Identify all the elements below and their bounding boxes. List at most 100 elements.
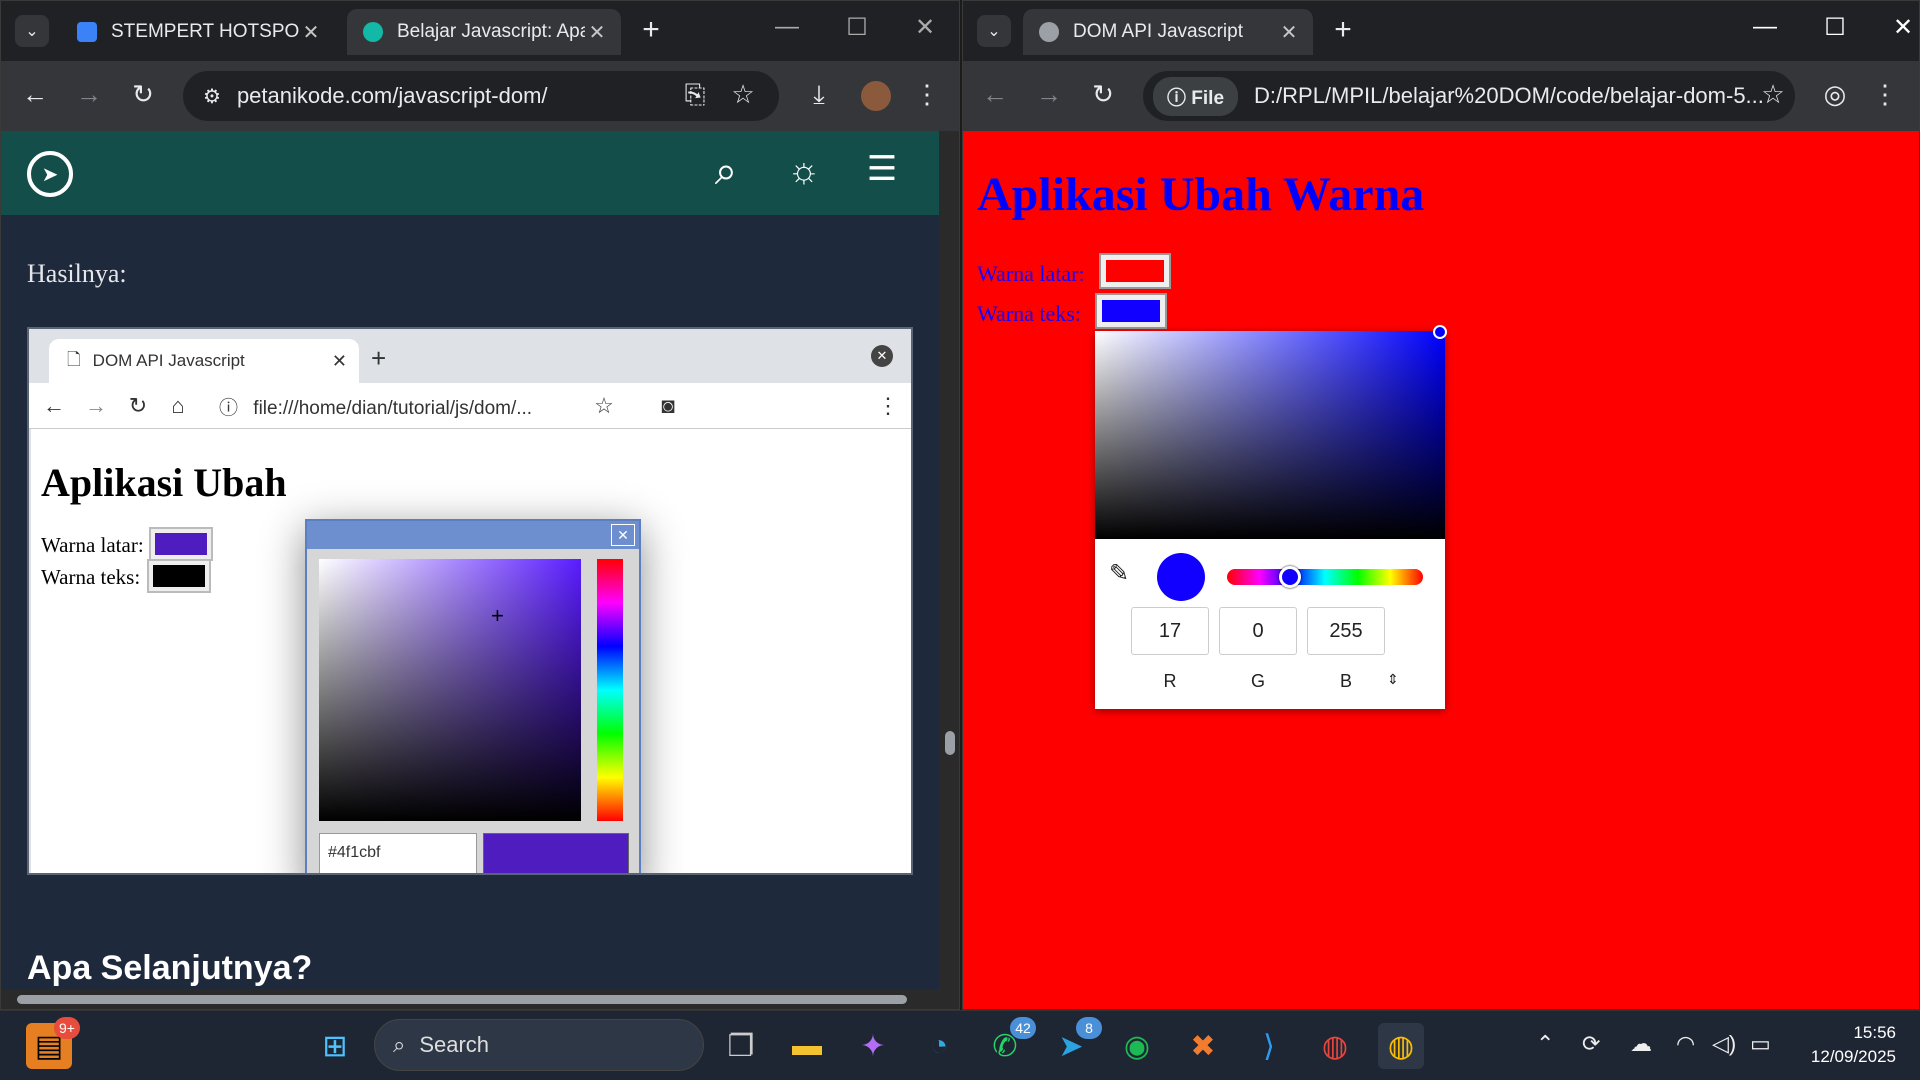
chrome-icon[interactable]: ◍ (1378, 1023, 1424, 1069)
xampp-icon[interactable]: ✖ (1180, 1023, 1226, 1069)
taskbar: ▤ 9+ ⊞ ⌕ Search ❐ ▬ ✦ ◔ ✆ 42 ➤ 8 ◉ ✖ ⟩ ◍ ◍ … (0, 1010, 1920, 1080)
scroll-thumb[interactable] (17, 995, 907, 1004)
profile-icon[interactable]: ◎ (1817, 79, 1853, 110)
format-toggle-icon[interactable]: ⇕ (1387, 671, 1399, 688)
blue-input[interactable]: 255 (1307, 607, 1385, 655)
minimize-button[interactable]: — (767, 13, 807, 41)
new-tab-icon: + (371, 343, 387, 373)
bg-color-input[interactable] (1099, 253, 1171, 289)
maximize-button[interactable]: ☐ (837, 13, 877, 42)
petanikode-logo-icon[interactable]: ➤ (27, 151, 73, 197)
close-window-button[interactable]: ✕ (1883, 13, 1919, 42)
blue-label: B (1339, 671, 1352, 691)
green-input[interactable]: 0 (1219, 607, 1297, 655)
sv-handle[interactable] (1433, 325, 1447, 339)
screenshot-text-label: Warna teks: (41, 565, 141, 589)
menu-icon: ⋮ (877, 393, 899, 418)
tab-dom-api-javascript[interactable]: DOM API Javascript ✕ (1023, 9, 1313, 55)
install-app-icon[interactable]: ⎘ (677, 79, 713, 111)
taskbar-search[interactable]: ⌕ Search (374, 1019, 704, 1071)
minimize-button[interactable]: — (1745, 13, 1785, 41)
forward-icon[interactable]: → (71, 79, 107, 110)
new-tab-button[interactable]: + (633, 13, 669, 47)
show-hidden-icons[interactable]: ⌃ (1536, 1031, 1554, 1057)
close-icon: ✕ (331, 350, 347, 371)
battery-icon[interactable]: ▭ (1750, 1031, 1771, 1057)
red-input[interactable]: 17 (1131, 607, 1209, 655)
onedrive-icon[interactable]: ☁ (1630, 1031, 1652, 1057)
edge-icon[interactable]: ◔ (916, 1023, 962, 1069)
back-icon: ← (43, 393, 65, 418)
whatsapp-icon[interactable]: ✆ 42 (982, 1017, 1036, 1069)
color-preview (483, 833, 629, 873)
vscode-icon[interactable]: ⟩ (1246, 1023, 1292, 1069)
file-explorer-icon[interactable]: ▬ (784, 1023, 830, 1069)
copilot-icon[interactable]: ✦ (850, 1023, 896, 1069)
tab-search-button[interactable]: ⌄ (977, 15, 1011, 47)
sync-icon[interactable]: ⟳ (1582, 1031, 1600, 1057)
download-icon[interactable]: ⤓ (801, 79, 837, 111)
saturation-value-area[interactable] (1095, 325, 1447, 539)
vertical-scrollbar[interactable] (939, 131, 959, 1009)
tab-search-button[interactable]: ⌄ (15, 15, 49, 47)
close-icon[interactable]: ✕ (585, 20, 609, 45)
profile-avatar[interactable] (861, 81, 891, 111)
screenshot-bg-label: Warna latar: (41, 533, 144, 557)
search-icon[interactable]: ⌕ (701, 149, 751, 194)
wifi-icon[interactable]: ◠ (1676, 1031, 1695, 1057)
reload-icon[interactable]: ↻ (125, 79, 161, 110)
chrome-profile-icon[interactable]: ◍ (1312, 1023, 1358, 1069)
text-color-input[interactable] (1095, 293, 1167, 329)
browser-toolbar: ← → ↻ ⓘ File D:/RPL/MPIL/belajar%20DOM/c… (963, 61, 1919, 131)
horizontal-scrollbar[interactable] (1, 989, 939, 1009)
pocket-icon: ◙ (661, 393, 675, 418)
close-window-button[interactable]: ✕ (905, 13, 945, 42)
new-tab-button[interactable]: + (1325, 13, 1361, 47)
spotify-icon[interactable]: ◉ (1114, 1023, 1160, 1069)
clock[interactable]: 15:56 12/09/2025 (1811, 1021, 1896, 1069)
theme-toggle-icon[interactable]: ☼ (779, 149, 829, 191)
color-picker-popup: ✎ 17 0 255 R G B ⇕ (1095, 325, 1447, 709)
task-view-icon[interactable]: ❐ (718, 1023, 764, 1069)
forward-icon[interactable]: → (1031, 79, 1067, 110)
hex-input: #4f1cbf (319, 833, 477, 873)
file-chip[interactable]: ⓘ File (1153, 76, 1239, 116)
home-icon: ⌂ (171, 393, 185, 418)
page-content: ➤ ⌕ ☼ ☰ Hasilnya: 🗋 DOM API Javascript ✕… (1, 131, 939, 1009)
close-icon: ✕ (871, 345, 893, 367)
screenshot-toolbar: ← → ↻ ⌂ ⓘ file:///home/dian/tutorial/js/… (29, 383, 911, 429)
menu-icon[interactable]: ⋮ (1867, 79, 1903, 110)
screenshot-url: ⓘ file:///home/dian/tutorial/js/dom/... (219, 398, 533, 419)
close-icon[interactable]: ✕ (1277, 20, 1301, 45)
petanikode-icon (363, 22, 383, 42)
close-icon[interactable]: ✕ (299, 20, 323, 45)
text-color-label: Warna teks: (977, 301, 1081, 326)
address-bar[interactable]: ⓘ File D:/RPL/MPIL/belajar%20DOM/code/be… (1143, 71, 1795, 121)
bookmark-star-icon[interactable]: ☆ (1755, 79, 1791, 110)
back-icon[interactable]: ← (977, 79, 1013, 110)
menu-icon[interactable]: ☰ (857, 149, 907, 189)
bookmark-star-icon[interactable]: ☆ (725, 79, 761, 110)
example-screenshot-image: 🗋 DOM API Javascript ✕ + ✕ ← → ↻ ⌂ ⓘ fil… (27, 327, 913, 875)
hue-slider-knob[interactable] (1279, 566, 1301, 588)
tab-stempert-hotspot[interactable]: STEMPERT HOTSPOT ✕ (61, 9, 335, 55)
close-icon: ✕ (611, 524, 635, 546)
scroll-thumb[interactable] (945, 731, 955, 755)
volume-icon[interactable]: ◁) (1712, 1031, 1736, 1057)
hue-slider[interactable] (1227, 566, 1423, 588)
next-section-heading: Apa Selanjutnya? (27, 949, 313, 987)
right-browser-window: ⌄ DOM API Javascript ✕ + — ☐ ✕ ← → ↻ ⓘ F… (962, 0, 1920, 1010)
start-icon[interactable]: ⊞ (312, 1023, 358, 1069)
reload-icon[interactable]: ↻ (1085, 79, 1121, 110)
menu-icon[interactable]: ⋮ (909, 79, 945, 110)
eyedropper-icon[interactable]: ✎ (1109, 559, 1129, 588)
maximize-button[interactable]: ☐ (1815, 13, 1855, 42)
screenshot-page: Aplikasi Ubah Warna latar: Warna teks: ✕… (31, 429, 911, 873)
site-info-icon[interactable]: ⚙ (203, 84, 221, 109)
telegram-icon[interactable]: ➤ 8 (1048, 1017, 1102, 1069)
tab-belajar-javascript[interactable]: Belajar Javascript: Apa ✕ (347, 9, 621, 55)
browser-toolbar: ← → ↻ ⚙ petanikode.com/javascript-dom/ ⎘… (1, 61, 959, 131)
back-icon[interactable]: ← (17, 79, 53, 110)
widgets-icon[interactable]: ▤ 9+ (26, 1017, 80, 1069)
page-content: Aplikasi Ubah Warna Warna latar: Warna t… (963, 131, 1919, 1009)
